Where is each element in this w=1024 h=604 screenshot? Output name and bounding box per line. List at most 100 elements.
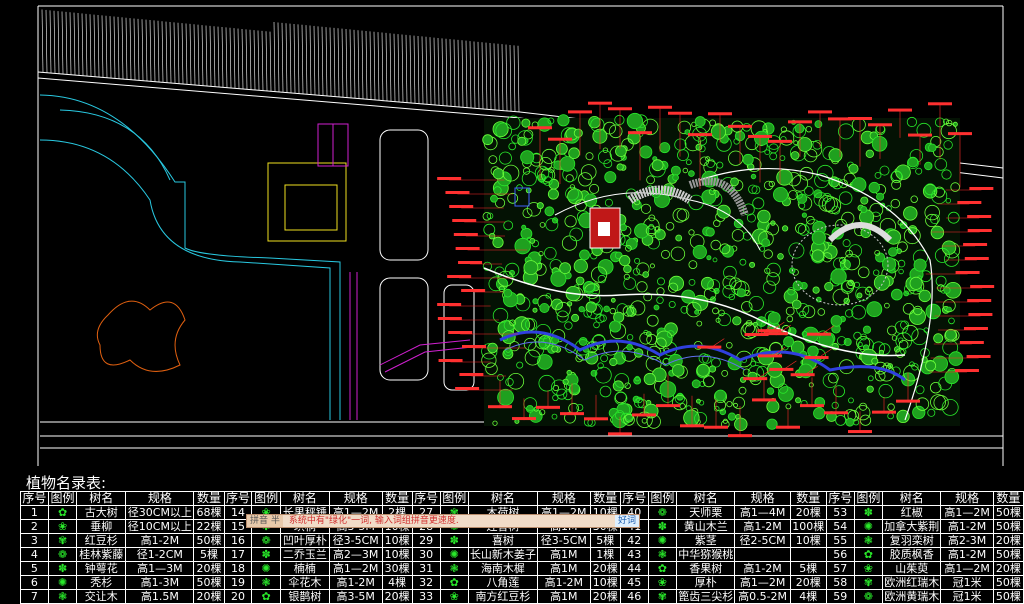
plant-name-cell: 红椒 [882, 505, 942, 520]
table-row: 7 ❃ 交让木 高1.5M 20棵 20 ✿ 银鹊树 高3-5M 20棵 33 ❀ 南方红豆杉 高1M 20… [20, 589, 1024, 604]
spec-cell: 高1M [536, 589, 591, 604]
table-header-cell: 树名 [882, 491, 942, 506]
table-header-cell: 数量 [992, 491, 1024, 506]
table-header-cell: 树名 [676, 491, 736, 506]
table-header-cell: 数量 [789, 491, 827, 506]
seq-cell: 29 [411, 533, 441, 548]
seq-cell: 33 [411, 589, 441, 604]
plant-legend-icon: ✿ [863, 548, 873, 561]
plant-name-cell: 欧洲黄瑞木 [882, 589, 942, 604]
plant-legend-icon: ❁ [57, 548, 68, 561]
spec-cell: 径30CM以上 [125, 505, 195, 520]
seq-cell: 4 [20, 547, 49, 562]
seq-cell: 16 [223, 533, 253, 548]
plant-legend-icon: ✽ [261, 548, 271, 561]
plant-name-cell: 欧洲红瑞木 [882, 575, 942, 590]
plant-name-cell: 古大树 [76, 505, 127, 520]
quantity-cell: 20棵 [589, 589, 621, 604]
quantity-cell: 50棵 [992, 575, 1024, 590]
spec-cell: 高0.5-2M [734, 589, 791, 604]
spec-cell: 高1-2M [940, 547, 994, 562]
plant-name-cell: 伞花木 [279, 575, 330, 590]
spec-cell: 高1M [536, 547, 591, 562]
plant-name-cell: 长山新木姜子 [467, 547, 538, 562]
table-header-cell: 数量 [193, 491, 225, 506]
plant-legend-icon: ❃ [657, 548, 667, 561]
table-row: 4 ❁ 桂林紫藤 径1-2CM 5棵 17 ✽ 二乔玉兰 高2—3M 10棵 30 ✺ 长山新木姜子 高1… [20, 547, 1024, 562]
quantity-cell: 1棵 [589, 547, 621, 562]
seq-cell: 20 [223, 589, 253, 604]
plant-legend-icon: ❀ [57, 520, 68, 533]
table-header-cell: 树名 [76, 491, 127, 506]
table-header-cell: 规格 [536, 491, 591, 506]
quantity-cell: 4棵 [381, 575, 413, 590]
spec-cell: 径10CM以上 [125, 519, 195, 534]
seq-cell: 6 [20, 575, 49, 590]
legend-cell: ✾ [853, 575, 884, 590]
table-row: 5 ✽ 钟萼花 高1—3M 20棵 18 ✺ 楠楠 高1—2M 30棵 31 ❃ 海南木樨 高1M 20棵 4… [20, 561, 1024, 576]
quantity-cell: 5棵 [789, 561, 827, 576]
plant-list-title: 植物名录表: [26, 474, 107, 492]
legend-cell: ✽ [439, 533, 469, 548]
table-header-cell: 数量 [381, 491, 413, 506]
legend-cell: ✺ [647, 533, 678, 548]
quantity-cell: 100棵 [789, 519, 827, 534]
plant-legend-icon: ❃ [57, 590, 68, 603]
spec-cell: 冠1米 [940, 575, 994, 590]
legend-cell: ❁ [647, 505, 678, 520]
table-header-cell: 图例 [439, 491, 469, 506]
spec-cell: 高3-5M [328, 589, 383, 604]
seq-cell: 30 [411, 547, 441, 562]
legend-cell: ✽ [647, 519, 678, 534]
plant-name-cell: 厚朴 [676, 575, 736, 590]
table-row: 3 ✾ 红豆杉 高1-2M 50棵 16 ❁ 凹叶厚朴 径3-5CM 10棵 29 ✽ 喜树 径3-5CM… [20, 533, 1024, 548]
seq-cell: 43 [619, 547, 649, 562]
table-header-cell: 序号 [20, 491, 49, 506]
ime-suggestion-bar[interactable]: 拼音 半 系统中有"绿化"一词, 输入词组拼音更速度. 好词 [246, 514, 640, 528]
ime-hint-text: 系统中有"绿化"一词, 输入词组拼音更速度. [288, 516, 459, 526]
plant-name-cell: 篦齿三尖杉 [676, 589, 736, 604]
quantity-cell: 20棵 [381, 589, 413, 604]
ime-mode-label[interactable]: 拼音 半 [247, 515, 283, 527]
plant-name-cell: 紫茎 [676, 533, 736, 548]
legend-cell: ✽ [853, 505, 884, 520]
quantity-cell: 20棵 [789, 505, 827, 520]
plant-name-cell: 八角莲 [467, 575, 538, 590]
plant-name-cell: 胶质枫香 [882, 547, 942, 562]
table-header-cell: 数量 [589, 491, 621, 506]
quantity-cell: 20棵 [193, 589, 225, 604]
spec-cell: 高1—2M [328, 561, 383, 576]
plant-name-cell: 凹叶厚朴 [279, 533, 330, 548]
table-header-cell: 规格 [328, 491, 383, 506]
table-header-cell: 规格 [734, 491, 791, 506]
ime-word-button[interactable]: 好词 [614, 515, 639, 527]
plant-list-table: 序号 图例 树名 规格 数量 序号 图例 树名 规格 数量 序号 图例 树名 规格 数量 序号 图例 树名 规格 数量… [20, 491, 1024, 604]
legend-cell: ❃ [47, 589, 78, 604]
quantity-cell: 22棵 [193, 519, 225, 534]
spec-cell: 高1—3M [125, 561, 195, 576]
seq-cell: 2 [20, 519, 49, 534]
plant-legend-icon: ✺ [863, 520, 873, 533]
quantity-cell: 50棵 [193, 533, 225, 548]
plant-name-cell: 秃杉 [76, 575, 127, 590]
plant-name-cell: 香果树 [676, 561, 736, 576]
table-row: 6 ✺ 秃杉 高1-3M 50棵 19 ❃ 伞花木 高1-2M 4棵 32 ✿ 八角莲 高1-2M 10棵 4… [20, 575, 1024, 590]
quantity-cell: 20棵 [789, 575, 827, 590]
spec-cell: 冠1米 [940, 589, 994, 604]
legend-cell: ❃ [251, 575, 281, 590]
spec-cell: 径1-2CM [125, 547, 195, 562]
plant-name-cell: 天师栗 [676, 505, 736, 520]
legend-cell: ✺ [47, 575, 78, 590]
plant-legend-icon: ✺ [657, 534, 667, 547]
seq-cell: 56 [825, 547, 855, 562]
spec-cell: 高1.5M [125, 589, 195, 604]
plant-legend-icon: ✾ [657, 590, 667, 603]
quantity-cell: 50棵 [992, 505, 1024, 520]
seq-cell: 17 [223, 547, 253, 562]
plant-legend-icon: ✽ [657, 520, 667, 533]
legend-cell: ✿ [853, 547, 884, 562]
seq-cell: 31 [411, 561, 441, 576]
quantity-cell: 5棵 [193, 547, 225, 562]
seq-cell: 7 [20, 589, 49, 604]
legend-cell: ✾ [47, 533, 78, 548]
